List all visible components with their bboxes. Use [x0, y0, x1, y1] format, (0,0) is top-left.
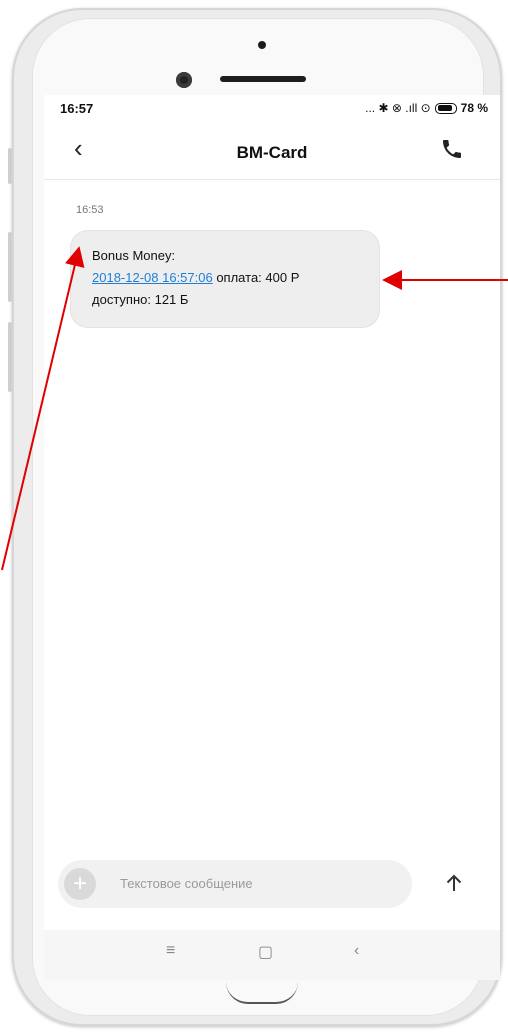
proximity-sensor	[258, 41, 266, 49]
status-time: 16:57	[60, 101, 94, 116]
menu-nav-button[interactable]: ≡	[166, 942, 175, 960]
phone-screen: 16:57 ... ✱ ⊗ .ıll ⊙ 78 % ‹ BM-Card 16:5…	[44, 95, 500, 980]
battery-percent: 78 %	[460, 101, 488, 115]
call-button[interactable]	[440, 137, 464, 161]
home-icon: ▢	[258, 944, 274, 961]
phone-side-button	[8, 148, 12, 184]
arrow-up-icon	[446, 874, 462, 891]
status-icons: ... ✱ ⊗ .ıll ⊙ 78 %	[365, 101, 488, 115]
back-icon: ‹	[354, 942, 360, 959]
add-attachment-button[interactable]: +	[64, 868, 96, 900]
back-nav-button[interactable]: ‹	[354, 942, 359, 960]
menu-icon: ≡	[166, 942, 176, 959]
battery-icon	[434, 102, 457, 114]
phone-volume-up	[8, 232, 12, 302]
conversation-header: ‹ BM-Card	[44, 127, 500, 180]
message-bubble[interactable]: Bonus Money: 2018-12-08 16:57:06 оплата:…	[70, 230, 380, 328]
earpiece-speaker	[220, 76, 306, 82]
conversation-title: BM-Card	[236, 143, 308, 162]
status-indicators: ... ✱ ⊗ .ıll ⊙	[365, 101, 431, 115]
phone-volume-down	[8, 322, 12, 392]
phone-icon	[443, 140, 461, 158]
message-line-3: доступно: 121 Б	[92, 292, 189, 307]
date-link[interactable]: 2018-12-08 16:57:06	[92, 270, 213, 285]
message-timestamp: 16:53	[76, 204, 104, 216]
message-line-2: 2018-12-08 16:57:06 оплата: 400 Р	[92, 270, 299, 285]
plus-icon: +	[72, 870, 87, 897]
home-nav-button[interactable]: ▢	[258, 942, 273, 962]
payment-text: оплата: 400 Р	[212, 270, 300, 285]
front-camera	[176, 72, 192, 88]
message-input[interactable]: Текстовое сообщение	[120, 876, 253, 891]
send-button[interactable]	[442, 871, 466, 895]
message-line-1: Bonus Money:	[92, 248, 176, 263]
phone-home-button	[226, 982, 298, 1004]
system-navbar: ≡ ▢ ‹	[44, 930, 500, 980]
message-composer: + Текстовое сообщение	[58, 860, 412, 908]
